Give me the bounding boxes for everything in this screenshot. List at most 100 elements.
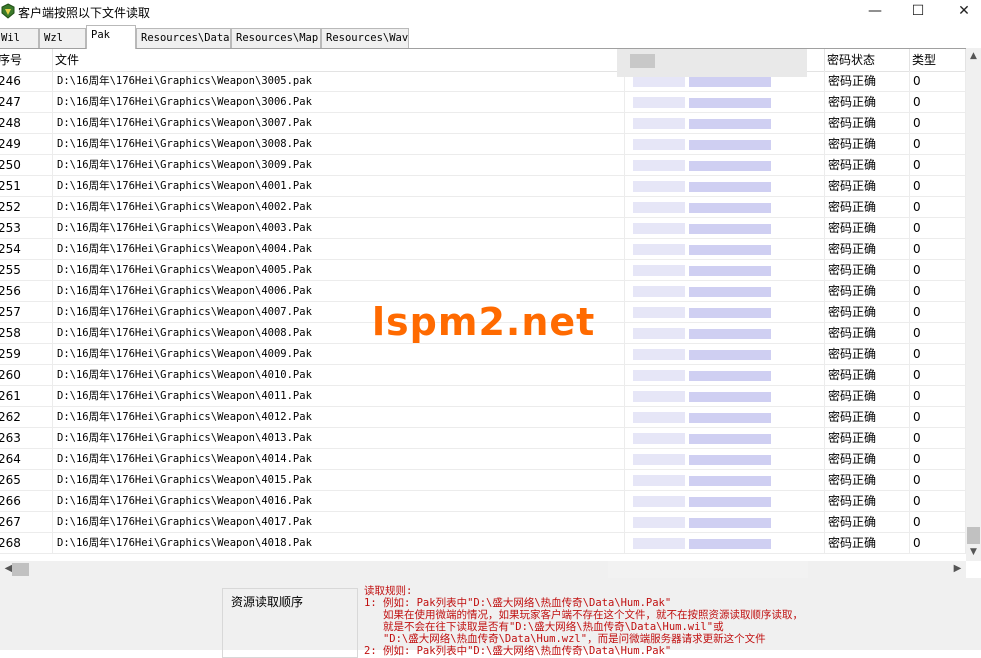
row-file-path: D:\16周年\176Hei\Graphics\Weapon\3005.pak xyxy=(53,71,625,92)
row-redacted-cell xyxy=(625,323,825,344)
column-header-index[interactable]: 序号 xyxy=(0,49,53,71)
tab-pak[interactable]: Pak xyxy=(86,25,136,49)
row-index: 268 xyxy=(0,533,53,554)
table-row[interactable]: 262 D:\16周年\176Hei\Graphics\Weapon\4012.P… xyxy=(0,407,966,428)
row-index: 255 xyxy=(0,260,53,281)
row-index: 265 xyxy=(0,470,53,491)
table-row[interactable]: 248 D:\16周年\176Hei\Graphics\Weapon\3007.P… xyxy=(0,113,966,134)
table-row[interactable]: 253 D:\16周年\176Hei\Graphics\Weapon\4003.P… xyxy=(0,218,966,239)
vertical-scroll-thumb[interactable] xyxy=(967,527,980,544)
row-type: 0 xyxy=(910,134,966,155)
row-type: 0 xyxy=(910,71,966,92)
maximize-button[interactable]: ☐ xyxy=(895,0,941,24)
row-status: 密码正确 xyxy=(825,155,910,176)
row-index: 254 xyxy=(0,239,53,260)
minimize-button[interactable]: — xyxy=(852,0,898,24)
table-row[interactable]: 268 D:\16周年\176Hei\Graphics\Weapon\4018.P… xyxy=(0,533,966,554)
row-index: 247 xyxy=(0,92,53,113)
row-type: 0 xyxy=(910,407,966,428)
scroll-down-icon[interactable]: ▼ xyxy=(966,544,981,561)
table-row[interactable]: 265 D:\16周年\176Hei\Graphics\Weapon\4015.P… xyxy=(0,470,966,491)
row-index: 248 xyxy=(0,113,53,134)
table-row[interactable]: 254 D:\16周年\176Hei\Graphics\Weapon\4004.P… xyxy=(0,239,966,260)
row-index: 264 xyxy=(0,449,53,470)
table-row[interactable]: 267 D:\16周年\176Hei\Graphics\Weapon\4017.P… xyxy=(0,512,966,533)
row-redacted-cell xyxy=(625,197,825,218)
table-row[interactable]: 261 D:\16周年\176Hei\Graphics\Weapon\4011.P… xyxy=(0,386,966,407)
horizontal-scroll-thumb[interactable] xyxy=(12,563,29,576)
tab-resources-data[interactable]: Resources\Data xyxy=(136,28,231,48)
row-index: 251 xyxy=(0,176,53,197)
row-redacted-cell xyxy=(625,470,825,491)
row-status: 密码正确 xyxy=(825,281,910,302)
redacted-block xyxy=(689,392,771,402)
redacted-block xyxy=(633,118,685,129)
row-index: 260 xyxy=(0,365,53,386)
row-status: 密码正确 xyxy=(825,134,910,155)
redacted-block xyxy=(633,496,685,507)
rule-line: 1: 例如: Pak列表中"D:\盛大网络\热血传奇\Data\Hum.Pak" xyxy=(364,597,672,609)
tab-wzl[interactable]: Wzl xyxy=(39,28,86,48)
row-file-path: D:\16周年\176Hei\Graphics\Weapon\3009.Pak xyxy=(53,155,625,176)
row-redacted-cell xyxy=(625,218,825,239)
redacted-block xyxy=(633,286,685,297)
row-index: 263 xyxy=(0,428,53,449)
row-redacted-cell xyxy=(625,449,825,470)
row-file-path: D:\16周年\176Hei\Graphics\Weapon\4004.Pak xyxy=(53,239,625,260)
scroll-up-icon[interactable]: ▲ xyxy=(966,48,981,65)
column-header-file[interactable]: 文件 xyxy=(53,49,625,71)
row-index: 266 xyxy=(0,491,53,512)
redacted-block xyxy=(689,539,771,549)
scroll-right-icon[interactable]: ▶ xyxy=(949,561,966,578)
redacted-block xyxy=(689,497,771,507)
row-file-path: D:\16周年\176Hei\Graphics\Weapon\4010.Pak xyxy=(53,365,625,386)
table-row[interactable]: 264 D:\16周年\176Hei\Graphics\Weapon\4014.P… xyxy=(0,449,966,470)
redacted-block xyxy=(689,455,771,465)
table-row[interactable]: 246 D:\16周年\176Hei\Graphics\Weapon\3005.p… xyxy=(0,71,966,92)
column-header-status[interactable]: 密码状态 xyxy=(825,49,910,71)
row-status: 密码正确 xyxy=(825,323,910,344)
row-type: 0 xyxy=(910,197,966,218)
redacted-block xyxy=(689,350,771,360)
redacted-block xyxy=(689,77,771,87)
list-header: 序号 文件 密码状态 类型 xyxy=(0,49,966,72)
redacted-block xyxy=(633,454,685,465)
redacted-block xyxy=(689,476,771,486)
row-file-path: D:\16周年\176Hei\Graphics\Weapon\4009.Pak xyxy=(53,344,625,365)
table-row[interactable]: 259 D:\16周年\176Hei\Graphics\Weapon\4009.P… xyxy=(0,344,966,365)
redacted-block xyxy=(633,538,685,549)
tab-wil[interactable]: Wil xyxy=(0,28,39,48)
row-redacted-cell xyxy=(625,344,825,365)
redacted-block xyxy=(633,349,685,360)
redacted-block xyxy=(689,287,771,297)
close-button[interactable]: ✕ xyxy=(941,0,981,24)
table-row[interactable]: 247 D:\16周年\176Hei\Graphics\Weapon\3006.P… xyxy=(0,92,966,113)
table-row[interactable]: 256 D:\16周年\176Hei\Graphics\Weapon\4006.P… xyxy=(0,281,966,302)
row-index: 259 xyxy=(0,344,53,365)
redacted-block xyxy=(689,518,771,528)
table-row[interactable]: 249 D:\16周年\176Hei\Graphics\Weapon\3008.P… xyxy=(0,134,966,155)
table-row[interactable]: 250 D:\16周年\176Hei\Graphics\Weapon\3009.P… xyxy=(0,155,966,176)
row-file-path: D:\16周年\176Hei\Graphics\Weapon\4015.Pak xyxy=(53,470,625,491)
redacted-header-block xyxy=(630,54,655,68)
table-row[interactable]: 266 D:\16周年\176Hei\Graphics\Weapon\4016.P… xyxy=(0,491,966,512)
table-row[interactable]: 260 D:\16周年\176Hei\Graphics\Weapon\4010.P… xyxy=(0,365,966,386)
row-type: 0 xyxy=(910,365,966,386)
tab-resources-wav[interactable]: Resources\Wav xyxy=(321,28,409,48)
horizontal-scrollbar[interactable]: ◀ ▶ xyxy=(0,561,966,578)
redacted-block xyxy=(633,391,685,402)
row-status: 密码正确 xyxy=(825,407,910,428)
row-file-path: D:\16周年\176Hei\Graphics\Weapon\3006.Pak xyxy=(53,92,625,113)
row-index: 262 xyxy=(0,407,53,428)
vertical-scrollbar[interactable]: ▲ ▼ xyxy=(966,48,981,561)
resource-order-label: 资源读取顺序 xyxy=(229,593,306,610)
tab-resources-map[interactable]: Resources\Map xyxy=(231,28,321,48)
table-row[interactable]: 255 D:\16周年\176Hei\Graphics\Weapon\4005.P… xyxy=(0,260,966,281)
redacted-block xyxy=(689,245,771,255)
row-type: 0 xyxy=(910,344,966,365)
table-row[interactable]: 263 D:\16周年\176Hei\Graphics\Weapon\4013.P… xyxy=(0,428,966,449)
row-redacted-cell xyxy=(625,113,825,134)
column-header-type[interactable]: 类型 xyxy=(910,49,966,71)
table-row[interactable]: 252 D:\16周年\176Hei\Graphics\Weapon\4002.P… xyxy=(0,197,966,218)
table-row[interactable]: 251 D:\16周年\176Hei\Graphics\Weapon\4001.P… xyxy=(0,176,966,197)
